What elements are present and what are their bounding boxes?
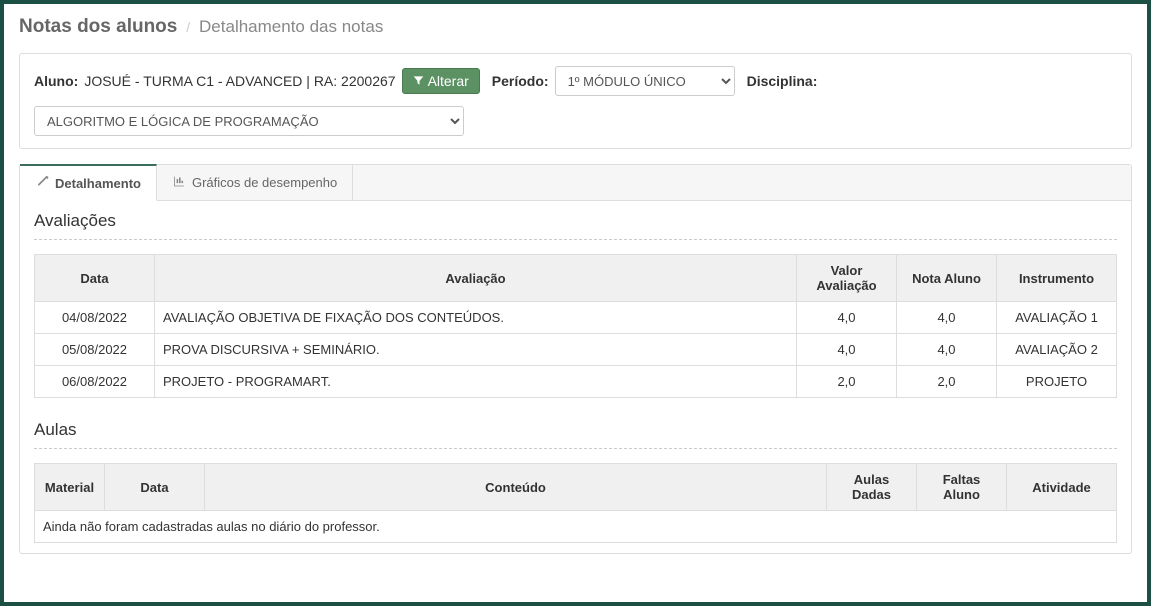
cell-nota: 2,0 (897, 366, 997, 398)
cell-nota: 4,0 (897, 302, 997, 334)
tab-detalhamento-label: Detalhamento (55, 176, 141, 191)
cell-nota: 4,0 (897, 334, 997, 366)
table-row: 05/08/2022PROVA DISCURSIVA + SEMINÁRIO.4… (35, 334, 1117, 366)
cell-valor: 4,0 (797, 302, 897, 334)
alterar-label: Alterar (428, 73, 469, 89)
cell-avaliacao: PROVA DISCURSIVA + SEMINÁRIO. (155, 334, 797, 366)
col-faltas: Faltas Aluno (917, 464, 1007, 511)
table-header-row: Data Avaliação Valor Avaliação Nota Alun… (35, 255, 1117, 302)
avaliacoes-table: Data Avaliação Valor Avaliação Nota Alun… (34, 254, 1117, 398)
tab-detalhamento[interactable]: Detalhamento (20, 164, 157, 201)
chart-icon (172, 175, 186, 191)
cell-instrumento: AVALIAÇÃO 2 (997, 334, 1117, 366)
col-nota: Nota Aluno (897, 255, 997, 302)
cell-avaliacao: AVALIAÇÃO OBJETIVA DE FIXAÇÃO DOS CONTEÚ… (155, 302, 797, 334)
periodo-label: Período: (492, 73, 549, 89)
col-valor: Valor Avaliação (797, 255, 897, 302)
aluno-value: JOSUÉ - TURMA C1 - ADVANCED | RA: 220026… (84, 73, 395, 89)
col-material: Material (35, 464, 105, 511)
periodo-select[interactable]: 1º MÓDULO ÚNICO (555, 66, 735, 96)
breadcrumb: Notas dos alunos / Detalhamento das nota… (19, 16, 1132, 38)
col-conteudo: Conteúdo (205, 464, 827, 511)
tab-content: Avaliações Data Avaliação Valor Avaliaçã… (20, 201, 1131, 553)
sep (34, 239, 1117, 240)
tab-graficos-label: Gráficos de desempenho (192, 175, 337, 190)
avaliacoes-title: Avaliações (34, 211, 1117, 231)
col-instrumento: Instrumento (997, 255, 1117, 302)
breadcrumb-separator: / (181, 19, 195, 35)
disciplina-select[interactable]: ALGORITMO E LÓGICA DE PROGRAMAÇÃO (34, 106, 464, 136)
table-header-row: Material Data Conteúdo Aulas Dadas Falta… (35, 464, 1117, 511)
disciplina-label: Disciplina: (747, 73, 818, 89)
cell-instrumento: PROJETO (997, 366, 1117, 398)
col-data: Data (35, 255, 155, 302)
cell-data: 04/08/2022 (35, 302, 155, 334)
aulas-empty-message: Ainda não foram cadastradas aulas no diá… (34, 511, 1117, 543)
col-atividade: Atividade (1007, 464, 1117, 511)
tab-nav: Detalhamento Gráficos de desempenho (20, 165, 1131, 201)
cell-data: 06/08/2022 (35, 366, 155, 398)
aulas-table: Material Data Conteúdo Aulas Dadas Falta… (34, 463, 1117, 511)
aluno-label: Aluno: (34, 73, 78, 89)
page-subtitle: Detalhamento das notas (199, 17, 383, 36)
tab-graficos[interactable]: Gráficos de desempenho (157, 165, 353, 200)
aulas-title: Aulas (34, 420, 1117, 440)
cell-valor: 4,0 (797, 334, 897, 366)
page-title: Notas dos alunos (19, 16, 177, 37)
cell-data: 05/08/2022 (35, 334, 155, 366)
cell-valor: 2,0 (797, 366, 897, 398)
alterar-button[interactable]: Alterar (402, 68, 480, 94)
col-aulas-dadas: Aulas Dadas (827, 464, 917, 511)
table-row: 06/08/2022PROJETO - PROGRAMART.2,02,0PRO… (35, 366, 1117, 398)
aulas-section: Aulas Material Data Conteúdo Aulas Dadas… (34, 420, 1117, 543)
filter-icon (413, 73, 424, 89)
sep (34, 448, 1117, 449)
col-data: Data (105, 464, 205, 511)
cell-avaliacao: PROJETO - PROGRAMART. (155, 366, 797, 398)
tabs-container: Detalhamento Gráficos de desempenho Aval… (19, 164, 1132, 554)
cell-instrumento: AVALIAÇÃO 1 (997, 302, 1117, 334)
filter-panel: Aluno: JOSUÉ - TURMA C1 - ADVANCED | RA:… (19, 53, 1132, 149)
table-row: 04/08/2022AVALIAÇÃO OBJETIVA DE FIXAÇÃO … (35, 302, 1117, 334)
col-avaliacao: Avaliação (155, 255, 797, 302)
edit-icon (35, 175, 49, 191)
